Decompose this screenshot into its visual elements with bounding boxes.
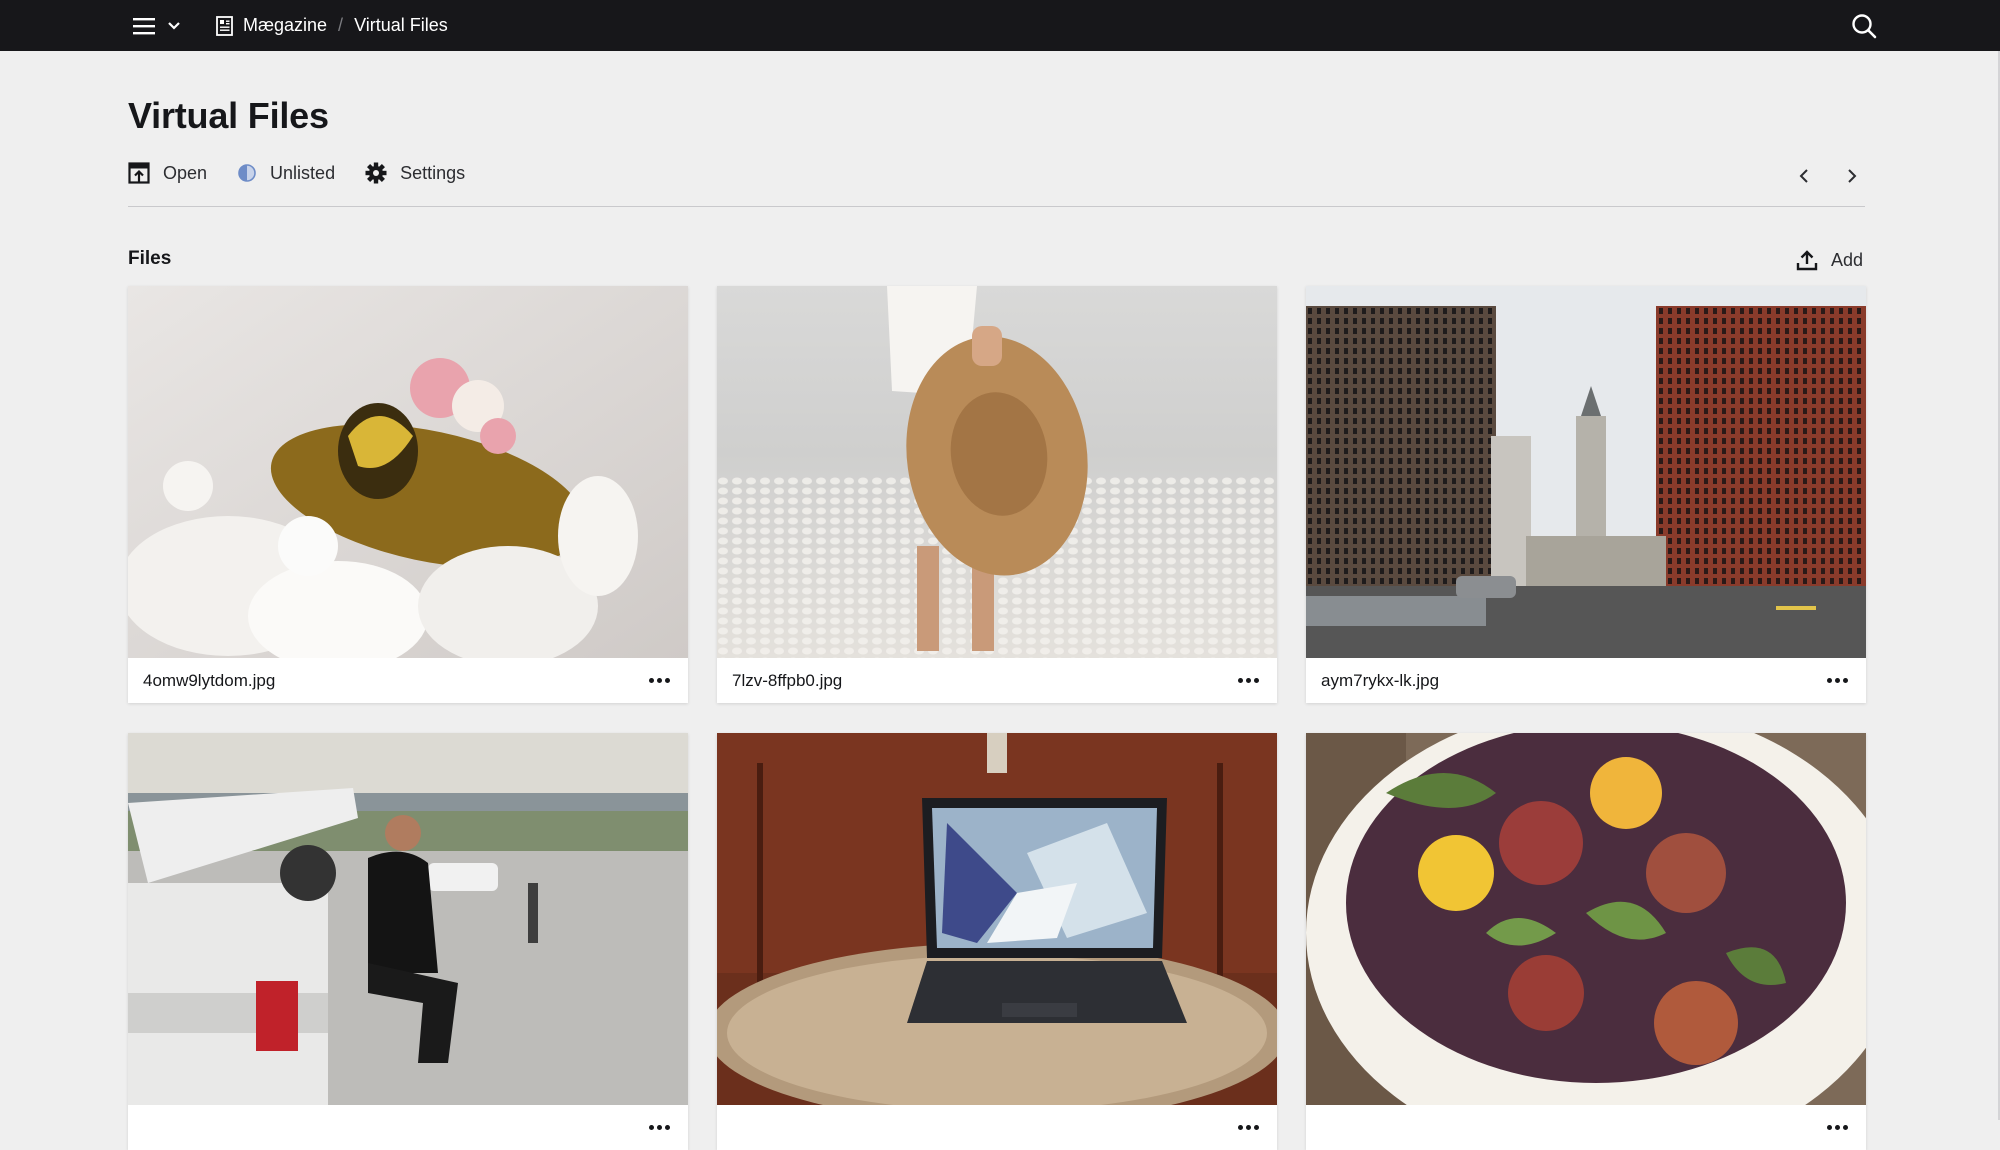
file-card-footer xyxy=(1306,1105,1866,1150)
upload-icon xyxy=(1796,250,1818,271)
tab-open[interactable]: Open xyxy=(128,162,207,184)
breadcrumb-label: Virtual Files xyxy=(354,15,448,35)
tab-label: Open xyxy=(163,162,208,183)
breadcrumb: Mægazine / Virtual Files xyxy=(216,0,448,51)
file-card-footer: 4omw9lytdom.jpg xyxy=(128,658,688,703)
chevron-right-icon xyxy=(1848,169,1857,183)
pager xyxy=(1795,164,1861,188)
more-dots-icon xyxy=(1237,1125,1243,1130)
file-card[interactable] xyxy=(128,733,688,1150)
more-dots-icon xyxy=(1237,678,1243,683)
tab-settings[interactable]: Settings xyxy=(365,162,465,184)
chevron-down-icon xyxy=(168,21,180,30)
chevron-left-icon xyxy=(1799,169,1808,183)
file-card[interactable]: 4omw9lytdom.jpg xyxy=(128,286,688,703)
more-dots-icon xyxy=(648,1125,654,1130)
more-options-button[interactable] xyxy=(1234,1118,1262,1138)
page-title: Virtual Files xyxy=(128,95,329,136)
file-card[interactable] xyxy=(717,733,1277,1150)
breadcrumb-item-magazine[interactable]: Mægazine xyxy=(216,15,327,36)
hamburger-icon xyxy=(133,17,155,34)
file-name: aym7rykx-lk.jpg xyxy=(1321,670,1440,690)
more-dots-icon xyxy=(1826,678,1832,683)
breadcrumb-item-current[interactable]: Virtual Files xyxy=(354,15,448,36)
file-thumbnail[interactable] xyxy=(717,286,1277,658)
more-options-button[interactable] xyxy=(645,671,673,691)
file-name: 4omw9lytdom.jpg xyxy=(143,670,276,690)
top-bar: Mægazine / Virtual Files xyxy=(0,0,2000,51)
file-card-footer xyxy=(717,1105,1277,1150)
header-divider xyxy=(128,206,1865,207)
more-options-button[interactable] xyxy=(1823,671,1851,691)
more-options-button[interactable] xyxy=(645,1118,673,1138)
half-circle-icon xyxy=(238,164,256,182)
tab-unlisted[interactable]: Unlisted xyxy=(237,163,335,184)
file-thumbnail[interactable] xyxy=(128,286,688,658)
file-thumbnail[interactable] xyxy=(1306,286,1866,658)
search-icon xyxy=(1852,14,1877,39)
file-thumbnail[interactable] xyxy=(128,733,688,1105)
gear-icon xyxy=(365,162,387,184)
open-preview-icon xyxy=(128,162,150,184)
add-file-button[interactable]: Add xyxy=(1796,249,1863,271)
tab-label: Settings xyxy=(400,162,466,183)
file-card-footer: aym7rykx-lk.jpg xyxy=(1306,658,1866,703)
file-thumbnail[interactable] xyxy=(1306,733,1866,1105)
file-card-footer xyxy=(128,1105,688,1150)
main-menu-button[interactable] xyxy=(133,12,189,39)
tab-label: Unlisted xyxy=(270,162,336,183)
more-options-button[interactable] xyxy=(1234,671,1262,691)
breadcrumb-label: Mægazine xyxy=(243,15,328,35)
file-thumbnail[interactable] xyxy=(717,733,1277,1105)
add-label: Add xyxy=(1831,249,1864,270)
search-button[interactable] xyxy=(1851,13,1877,39)
file-card[interactable]: 7lzv-8ffpb0.jpg xyxy=(717,286,1277,703)
file-name: 7lzv-8ffpb0.jpg xyxy=(732,670,843,690)
document-actions: Open Unlisted Settings xyxy=(128,162,465,184)
section-title-files: Files xyxy=(128,248,172,269)
file-card-footer: 7lzv-8ffpb0.jpg xyxy=(717,658,1277,703)
previous-button[interactable] xyxy=(1795,164,1813,188)
more-options-button[interactable] xyxy=(1823,1118,1851,1138)
breadcrumb-separator: / xyxy=(338,15,344,35)
file-card[interactable]: aym7rykx-lk.jpg xyxy=(1306,286,1866,703)
more-dots-icon xyxy=(648,678,654,683)
file-card[interactable] xyxy=(1306,733,1866,1150)
more-dots-icon xyxy=(1826,1125,1832,1130)
next-button[interactable] xyxy=(1843,164,1861,188)
document-icon xyxy=(216,15,233,36)
